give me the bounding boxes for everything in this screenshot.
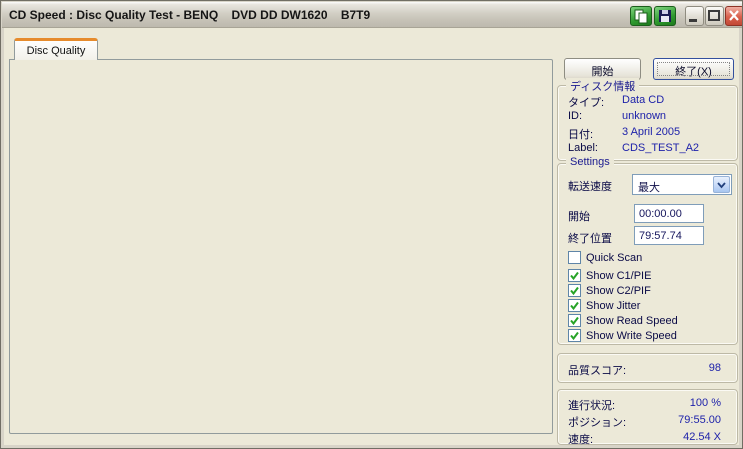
- minimize-button[interactable]: [685, 6, 704, 26]
- end-position-input[interactable]: 79:57.74: [634, 226, 704, 245]
- disc-info-label: ID:: [568, 110, 583, 122]
- exit-button[interactable]: 終了(X): [653, 58, 734, 80]
- start-button-label: 開始: [591, 66, 614, 78]
- tab-page: [9, 59, 553, 434]
- progress-value: 100 %: [689, 397, 721, 409]
- show-jitter-checkbox[interactable]: [568, 299, 581, 312]
- start-position-label: 開始: [568, 211, 590, 223]
- show-c2-pif-label: Show C2/PIF: [586, 285, 651, 297]
- quality-score-value: 98: [708, 362, 721, 374]
- check-icon: [570, 271, 579, 281]
- tab-label: Disc Quality: [26, 45, 86, 57]
- speed-label: 速度:: [568, 434, 594, 446]
- disc-info-title: ディスク情報: [566, 78, 640, 94]
- minimize-icon: [689, 19, 697, 22]
- floppy-disk-icon: [659, 10, 671, 22]
- group-quality-score: 品質スコア: 98: [557, 353, 738, 383]
- transfer-speed-label: 転送速度: [568, 181, 612, 193]
- settings-title: Settings: [566, 156, 614, 168]
- check-icon: [570, 316, 579, 326]
- group-disc-info: ディスク情報 タイプ: Data CD ID: unknown 日付: 3 Ap…: [557, 78, 738, 161]
- transfer-speed-value: 最大: [638, 182, 660, 194]
- close-icon: [729, 10, 739, 21]
- disc-info-value: unknown: [622, 110, 667, 122]
- show-write-speed-checkbox[interactable]: [568, 329, 581, 342]
- show-read-speed-checkbox[interactable]: [568, 314, 581, 327]
- show-c2-pif-checkbox[interactable]: [568, 284, 581, 297]
- show-c1-pie-label: Show C1/PIE: [586, 270, 652, 282]
- disc-info-label: 日付:: [568, 129, 594, 141]
- title-bar[interactable]: CD Speed : Disc Quality Test - BENQ DVD …: [2, 2, 742, 28]
- group-progress: 進行状況: 100 % ポジション: 79:55.00 速度: 42.54 X: [557, 389, 738, 446]
- save-icon[interactable]: [654, 6, 676, 26]
- position-value: 79:55.00: [678, 414, 721, 426]
- transfer-speed-select[interactable]: 最大: [632, 174, 732, 195]
- disc-info-label: Label:: [568, 142, 598, 154]
- disc-info-value: Data CD: [622, 94, 665, 106]
- show-c1-pie-checkbox[interactable]: [568, 269, 581, 282]
- quick-scan-label: Quick Scan: [586, 252, 643, 264]
- maximize-button[interactable]: [705, 6, 724, 26]
- show-write-speed-label: Show Write Speed: [586, 330, 677, 342]
- check-icon: [570, 286, 579, 296]
- show-read-speed-label: Show Read Speed: [586, 315, 678, 327]
- start-position-input[interactable]: 00:00.00: [634, 204, 704, 223]
- quality-score-label: 品質スコア:: [568, 365, 627, 377]
- tab-disc-quality[interactable]: Disc Quality: [14, 38, 98, 60]
- app-window: CD Speed : Disc Quality Test - BENQ DVD …: [0, 0, 743, 449]
- end-position-label: 終了位置: [568, 233, 612, 245]
- show-jitter-label: Show Jitter: [586, 300, 641, 312]
- speed-value: 42.54 X: [683, 431, 721, 443]
- progress-label: 進行状況:: [568, 400, 616, 412]
- start-button[interactable]: 開始: [564, 58, 641, 80]
- close-button[interactable]: [725, 6, 742, 26]
- position-label: ポジション:: [568, 417, 627, 429]
- check-icon: [570, 301, 579, 311]
- disc-info-label: タイプ:: [568, 97, 605, 109]
- focus-rect: [657, 62, 730, 76]
- maximize-icon: [708, 10, 720, 21]
- check-icon: [570, 331, 579, 341]
- copy-icon[interactable]: [630, 6, 652, 26]
- chevron-down-icon[interactable]: [713, 176, 730, 193]
- copy-pages-icon: [634, 9, 648, 24]
- window-title: CD Speed : Disc Quality Test - BENQ DVD …: [9, 8, 371, 22]
- disc-info-value: 3 April 2005: [622, 126, 681, 138]
- quick-scan-checkbox[interactable]: [568, 251, 581, 264]
- group-settings: Settings 転送速度 最大 開始 00:00.00 終了位置 79:57.…: [557, 156, 738, 345]
- disc-info-value: CDS_TEST_A2: [622, 142, 700, 154]
